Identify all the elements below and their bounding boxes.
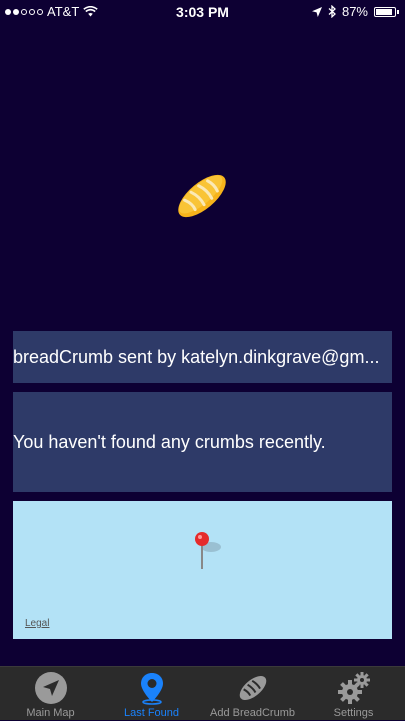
battery-icon bbox=[374, 6, 396, 17]
bread-icon bbox=[239, 676, 266, 700]
tab-last-found[interactable]: Last Found bbox=[101, 667, 202, 721]
gears-icon bbox=[337, 672, 370, 704]
battery-tip bbox=[397, 9, 399, 14]
legal-link[interactable]: Legal bbox=[25, 618, 49, 629]
battery-percent: 87% bbox=[341, 4, 368, 19]
tab-label: Settings bbox=[333, 707, 374, 719]
location-services-icon bbox=[311, 6, 322, 17]
tab-main-map[interactable]: Main Map bbox=[0, 667, 101, 721]
map-pin-icon[interactable] bbox=[193, 529, 223, 573]
sender-text: breadCrumb sent by katelyn.dinkgrave@gm.… bbox=[13, 346, 380, 367]
map-view[interactable]: Legal bbox=[13, 501, 392, 639]
tab-bar: Main Map Last Found Add BreadCrumb Setti… bbox=[0, 666, 405, 720]
tab-add-breadcrumb[interactable]: Add BreadCrumb bbox=[202, 667, 303, 721]
sender-info-bar: breadCrumb sent by katelyn.dinkgrave@gm.… bbox=[13, 331, 392, 383]
tab-label: Last Found bbox=[123, 707, 180, 719]
map-pin-icon bbox=[140, 673, 163, 705]
tab-settings[interactable]: Settings bbox=[303, 667, 404, 721]
location-arrow-icon bbox=[34, 672, 67, 704]
tab-label: Add BreadCrumb bbox=[210, 707, 295, 719]
bread-logo-icon bbox=[178, 174, 226, 218]
message-text: You haven't found any crumbs recently. bbox=[13, 431, 326, 452]
status-right: 87% bbox=[311, 4, 399, 19]
message-box: You haven't found any crumbs recently. bbox=[13, 392, 392, 492]
tab-label: Main Map bbox=[26, 707, 75, 719]
bluetooth-icon bbox=[328, 5, 336, 18]
status-bar: AT&T 3:03 PM 87% bbox=[0, 0, 405, 22]
